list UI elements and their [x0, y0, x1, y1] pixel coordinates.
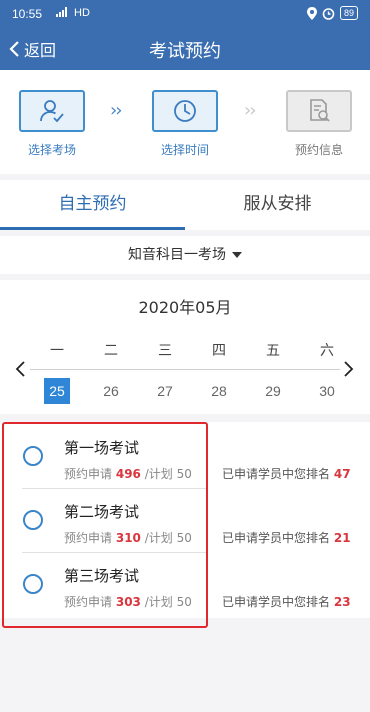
signal-icon — [56, 7, 67, 17]
exam-session-item[interactable]: 第三场考试 预约申请 303 /计划 50 已申请学员中您排名 23 — [0, 552, 370, 616]
alarm-icon — [322, 7, 335, 20]
session-quota: 预约申请 310 /计划 50 — [64, 531, 192, 545]
step-label: 预约信息 — [294, 143, 343, 157]
network-indicator: HD — [56, 7, 90, 19]
exam-session-list: 第一场考试 预约申请 496 /计划 50 已申请学员中您排名 47 第二场考试… — [0, 422, 370, 618]
weekday-label: 五 — [266, 343, 280, 359]
session-name: 第三场考试 — [64, 567, 140, 585]
weekday-label: 四 — [212, 343, 226, 359]
caret-down-icon — [232, 252, 242, 258]
week-calendar: 2020年05月 一 二 三 四 五 六 25 26 27 28 29 30 — [0, 280, 370, 414]
tab-assigned[interactable]: 服从安排 — [185, 180, 370, 230]
radio-button[interactable] — [23, 574, 43, 594]
booking-mode-tabs: 自主预约 服从安排 — [0, 180, 370, 230]
tab-self-booking[interactable]: 自主预约 — [0, 180, 185, 230]
venue-label: 知音科目一考场 — [128, 247, 226, 263]
step-icon-box — [19, 90, 85, 132]
step-label: 选择考场 — [27, 143, 76, 157]
weekday-label: 六 — [320, 343, 334, 359]
date-cell[interactable]: 29 — [260, 378, 286, 404]
page-title: 考试预约 — [149, 41, 221, 62]
session-rank: 已申请学员中您排名 47 — [222, 467, 351, 481]
radio-button[interactable] — [23, 510, 43, 530]
calendar-divider — [30, 369, 340, 370]
step-arrow: ›› — [244, 100, 256, 121]
step-select-time: 选择时间 — [150, 90, 220, 158]
step-booking-info: 预约信息 — [284, 90, 354, 158]
weekday-label: 一 — [50, 343, 64, 359]
status-time: 10:55 — [12, 7, 43, 21]
radio-button[interactable] — [23, 446, 43, 466]
date-cell[interactable]: 27 — [152, 378, 178, 404]
clock-icon — [174, 100, 196, 122]
session-rank: 已申请学员中您排名 23 — [222, 595, 351, 609]
date-cell[interactable]: 28 — [206, 378, 232, 404]
tab-indicator — [0, 227, 185, 230]
status-icons: 89 — [306, 6, 358, 20]
session-quota: 预约申请 496 /计划 50 — [64, 467, 192, 481]
date-cell[interactable]: 30 — [314, 378, 340, 404]
nav-bar: 返回 考试预约 — [0, 28, 370, 70]
weekday-label: 三 — [158, 343, 172, 359]
date-cell[interactable]: 26 — [98, 378, 124, 404]
user-check-icon — [40, 100, 64, 123]
step-label: 选择时间 — [160, 143, 209, 157]
exam-session-item[interactable]: 第一场考试 预约申请 496 /计划 50 已申请学员中您排名 47 — [0, 424, 370, 488]
venue-selector[interactable]: 知音科目一考场 — [0, 236, 370, 274]
session-rank: 已申请学员中您排名 21 — [222, 531, 351, 545]
calendar-month: 2020年05月 — [138, 298, 232, 317]
status-bar: 10:55 HD 89 — [0, 0, 370, 28]
step-select-venue: 选择考场 — [17, 90, 87, 158]
document-search-icon — [310, 99, 330, 122]
network-type: HD — [74, 7, 90, 19]
booking-steps: 选择考场 ›› 选择时间 ›› 预约信息 — [0, 70, 370, 174]
session-quota: 预约申请 303 /计划 50 — [64, 595, 192, 609]
prev-week-icon[interactable] — [14, 360, 26, 378]
battery-indicator: 89 — [339, 6, 358, 20]
session-name: 第一场考试 — [64, 439, 140, 457]
exam-session-item[interactable]: 第二场考试 预约申请 310 /计划 50 已申请学员中您排名 21 — [0, 488, 370, 552]
session-name: 第二场考试 — [64, 503, 140, 521]
step-icon-box — [152, 90, 218, 132]
step-icon-box — [286, 90, 352, 132]
weekday-label: 二 — [104, 343, 118, 359]
date-cell-selected[interactable]: 25 — [44, 378, 70, 404]
step-arrow: ›› — [110, 100, 122, 121]
next-week-icon[interactable] — [343, 360, 355, 378]
location-icon — [306, 6, 317, 20]
